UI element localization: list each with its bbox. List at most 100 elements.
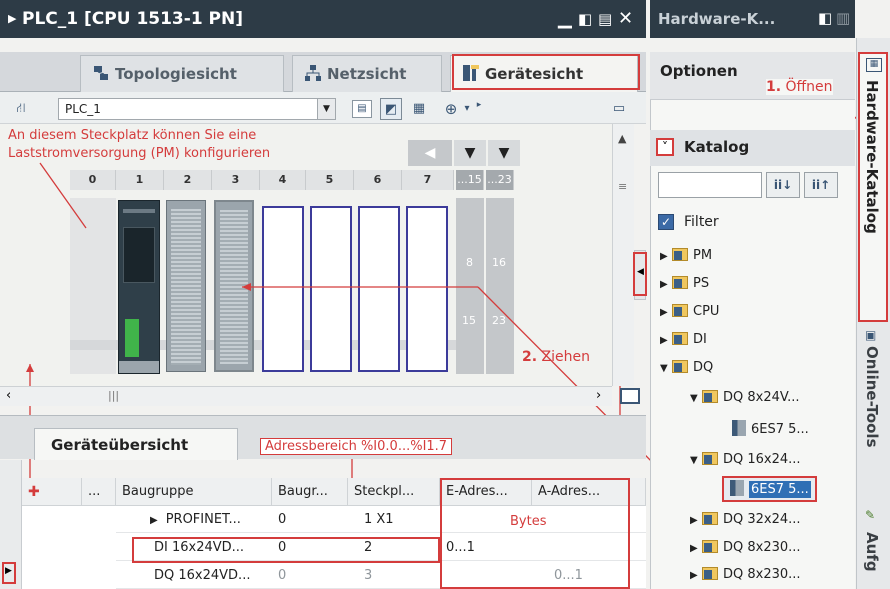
zoom-dropdown-icon[interactable]: ▾ xyxy=(460,98,474,120)
expand-icon[interactable]: ▶ xyxy=(660,275,672,295)
column-header-icons[interactable]: ✚ xyxy=(22,478,82,506)
tree-item-module[interactable]: 6ES7 5... xyxy=(732,420,809,440)
tree-item-dq16x24[interactable]: ▼ DQ 16x24... xyxy=(690,450,801,470)
collapse-icon[interactable]: ▼ xyxy=(660,359,672,379)
table-cell[interactable]: 3 xyxy=(348,563,440,589)
dq-module[interactable] xyxy=(214,200,254,372)
slot-header: 6 xyxy=(354,170,402,190)
scroll-right-icon[interactable]: › xyxy=(596,388,601,403)
folder-icon xyxy=(672,276,688,289)
search-down-icon[interactable]: ⅰⅰ↓ xyxy=(766,172,800,198)
tree-item-dq8x230[interactable]: ▶ DQ 8x230... xyxy=(690,538,801,558)
tree-item-cpu[interactable]: ▶ CPU xyxy=(660,302,719,322)
table-cell[interactable]: 0 xyxy=(272,563,348,589)
rack-horizontal-scrollbar[interactable]: ‹ ||| › xyxy=(0,386,612,406)
float-window-icon[interactable]: ◧ xyxy=(818,9,832,27)
tab-tasks[interactable]: ✎ Aufg xyxy=(858,508,888,589)
rack-nav-collapse[interactable]: ▼ xyxy=(454,140,486,166)
collapsed-slots-8-15[interactable]: 8 15 xyxy=(456,198,484,374)
folder-icon xyxy=(672,304,688,317)
overview-toggle-icon[interactable]: ◩ xyxy=(380,98,402,120)
tab-network-view[interactable]: Netzsicht xyxy=(292,55,442,92)
table-cell[interactable]: 1 X1 xyxy=(348,507,440,533)
tree-item-module-selected[interactable]: 6ES7 5... xyxy=(722,476,817,502)
column-header[interactable]: Baugr... xyxy=(272,478,348,506)
collapse-icon[interactable]: ▼ xyxy=(690,451,702,471)
show-labels-icon[interactable]: ▤ xyxy=(352,100,372,118)
properties-icon[interactable]: ▭ xyxy=(608,98,630,120)
rack-vertical-scrollbar[interactable]: ▲ ≡ xyxy=(612,124,634,386)
tree-item-di[interactable]: ▶ DI xyxy=(660,330,707,350)
tab-hardware-catalog[interactable]: ▦ Hardware-Katalog xyxy=(858,52,888,322)
cpu-module[interactable] xyxy=(118,200,160,374)
detail-view-icon[interactable] xyxy=(620,388,640,404)
table-cell[interactable]: DQ 16x24VD... xyxy=(116,563,272,589)
folder-icon xyxy=(702,452,718,465)
slot-6-empty[interactable] xyxy=(358,206,400,372)
filter-checkbox[interactable]: ✓ xyxy=(658,214,674,230)
minimize-icon[interactable]: ▁ xyxy=(558,8,572,29)
tree-item-dq8x24v[interactable]: ▼ DQ 8x24V... xyxy=(690,388,800,408)
catalog-window-title: Hardware-K... xyxy=(658,10,776,28)
column-header[interactable]: Baugruppe xyxy=(116,478,272,506)
tab-online-tools[interactable]: ▣ Online-Tools xyxy=(858,328,888,488)
tree-item-dq8x230-b[interactable]: ▶ DQ 8x230... xyxy=(690,565,801,585)
search-up-icon[interactable]: ⅰⅰ↑ xyxy=(804,172,838,198)
catalog-search-input[interactable] xyxy=(658,172,762,198)
tree-item-dq32x24[interactable]: ▶ DQ 32x24... xyxy=(690,510,801,530)
tree-item-ps[interactable]: ▶ PS xyxy=(660,274,709,294)
maximize-icon[interactable]: ▤ xyxy=(598,10,612,28)
catalog-section-header[interactable]: ˅ Katalog xyxy=(650,130,855,166)
rack-nav-left[interactable]: ◀ xyxy=(408,140,452,166)
collapse-icon[interactable]: ▼ xyxy=(690,389,702,409)
scroll-thumb-icon[interactable]: ||| xyxy=(108,389,119,402)
slot-5-empty[interactable] xyxy=(310,206,352,372)
collapse-triangle-icon[interactable]: ▶ xyxy=(8,12,16,25)
scroll-thumb-icon[interactable]: ≡ xyxy=(618,180,627,193)
expand-icon[interactable]: ▶ xyxy=(660,303,672,323)
zoom-icon[interactable]: ⊕ xyxy=(440,98,462,120)
collapsed-slots-16-23[interactable]: 16 23 xyxy=(486,198,514,374)
catalog-label: Katalog xyxy=(684,138,750,156)
expand-overview-button[interactable]: ▶ xyxy=(2,562,16,584)
expand-icon[interactable]: ▶ xyxy=(690,539,702,559)
window-title: PLC_1 [CPU 1513-1 PN] xyxy=(22,9,244,29)
module-icon xyxy=(732,420,746,436)
close-icon[interactable]: ✕ xyxy=(618,8,633,29)
split-icon[interactable]: ▥ xyxy=(836,9,850,27)
table-cell[interactable]: 0 xyxy=(272,507,348,533)
expand-icon[interactable]: ▶ xyxy=(690,566,702,586)
scroll-left-icon[interactable]: ‹ xyxy=(6,388,11,403)
column-header[interactable]: Steckpl... xyxy=(348,478,440,506)
slot-4-empty[interactable] xyxy=(262,206,304,372)
tree-item-dq[interactable]: ▼ DQ xyxy=(660,358,713,378)
expand-row-icon[interactable]: ▶ xyxy=(150,515,158,526)
column-header[interactable]: ... xyxy=(82,478,116,506)
slot-header-collapsed: ...15 xyxy=(456,170,484,190)
device-tree-icon[interactable]: ⛙ xyxy=(10,98,32,120)
rack-nav-expand[interactable]: ▼ xyxy=(488,140,520,166)
expand-icon[interactable]: ▶ xyxy=(660,247,672,267)
float-window-icon[interactable]: ◧ xyxy=(578,10,592,28)
device-select[interactable]: PLC_1 ▼ xyxy=(58,98,336,120)
slot-header: 7 xyxy=(402,170,454,190)
expand-icon[interactable]: ▶ xyxy=(690,511,702,531)
task-card-strip: ▦ Hardware-Katalog ▣ Online-Tools ✎ Aufg xyxy=(856,38,890,589)
chevron-down-icon[interactable]: ˅ xyxy=(656,138,674,156)
chevron-down-icon[interactable]: ▼ xyxy=(317,99,335,119)
di-module[interactable] xyxy=(166,200,206,372)
slot-7-empty[interactable] xyxy=(406,206,448,372)
module-icon xyxy=(730,480,744,496)
network-icon xyxy=(305,65,321,81)
rack-annotation: An diesem Steckplatz können Sie eine Las… xyxy=(8,128,271,161)
slot-header: 1 xyxy=(116,170,164,190)
table-cell[interactable]: ▶ PROFINET... xyxy=(116,507,272,533)
tree-item-pm[interactable]: ▶ PM xyxy=(660,246,712,266)
folder-icon xyxy=(672,248,688,261)
more-icon[interactable]: ▸ xyxy=(474,94,484,116)
expand-icon[interactable]: ▶ xyxy=(660,331,672,351)
tab-device-overview[interactable]: Geräteübersicht xyxy=(34,428,238,460)
tab-topology-view[interactable]: Topologiesicht xyxy=(80,55,284,92)
table-icon[interactable]: ▦ xyxy=(408,98,430,120)
scroll-up-icon[interactable]: ▲ xyxy=(618,132,626,145)
